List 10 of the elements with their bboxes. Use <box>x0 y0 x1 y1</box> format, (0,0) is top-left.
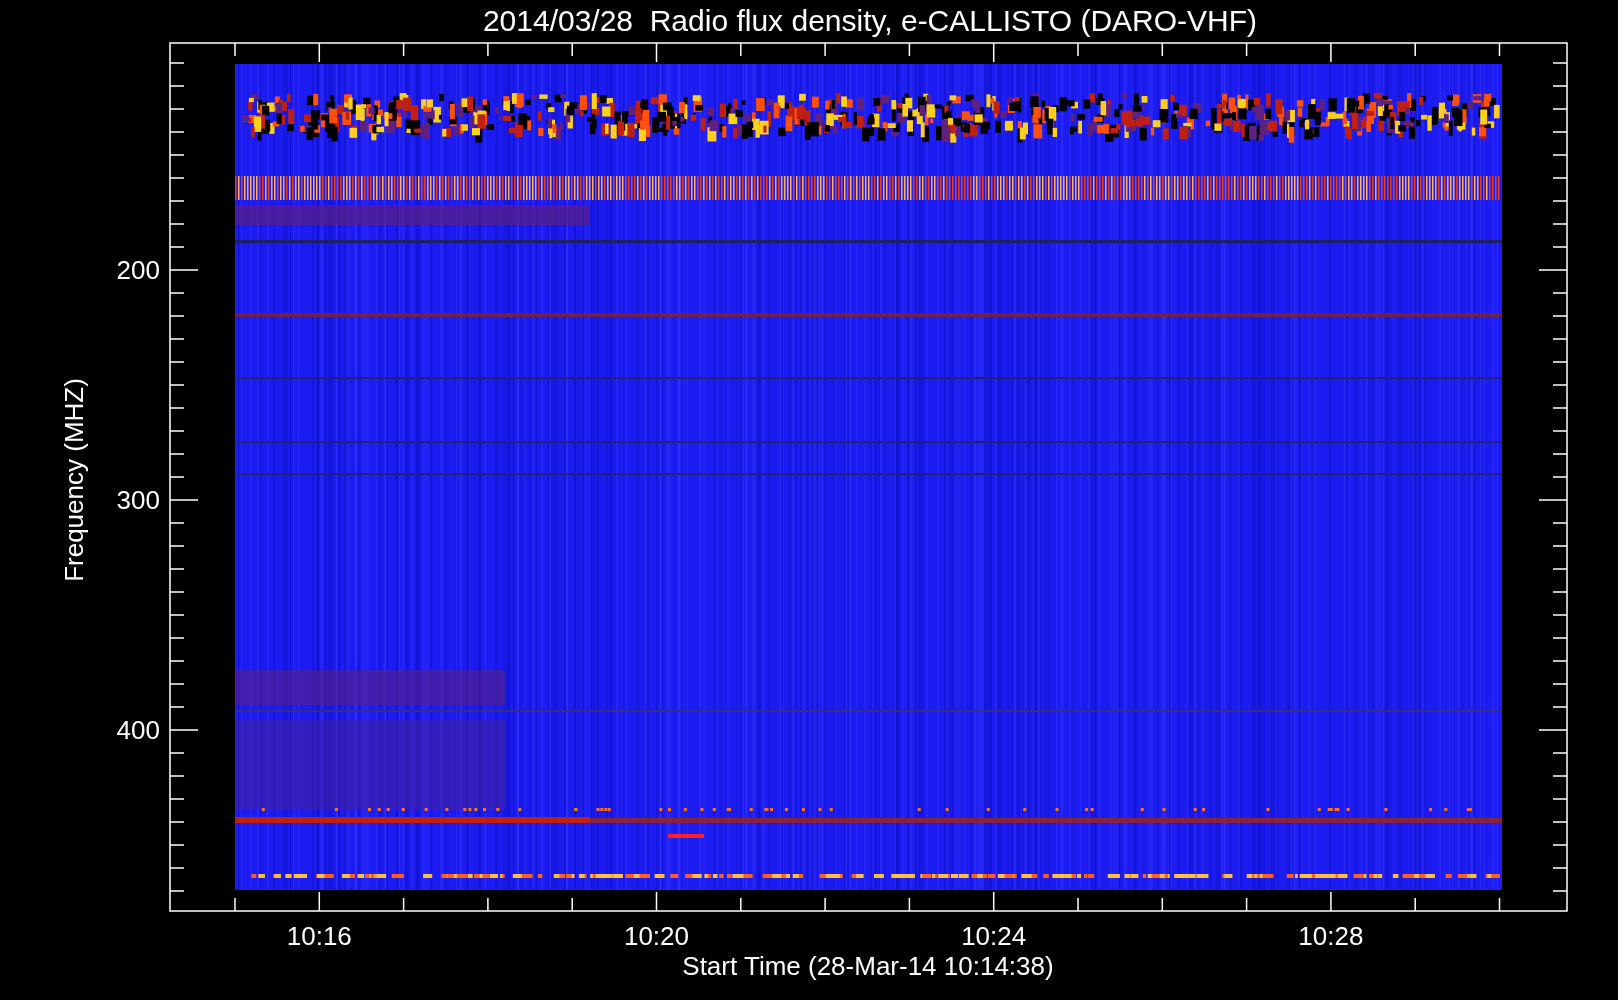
tick-label: 10:28 <box>1298 921 1364 951</box>
chart-title: 2014/03/28 Radio flux density, e-CALLISTO (DARO-VHF) <box>482 4 1258 37</box>
axis-title: Frequency (MHZ) <box>59 378 89 582</box>
tick-label: 10:24 <box>961 921 1027 951</box>
tick-label: 10:20 <box>623 921 690 951</box>
tick-label: 400 <box>116 715 160 745</box>
tick-label: 200 <box>116 255 160 285</box>
tick-label: 10:16 <box>286 921 352 951</box>
axis-title: Start Time (28-Mar-14 10:14:38) <box>682 951 1054 981</box>
tick-label: 300 <box>116 485 160 515</box>
